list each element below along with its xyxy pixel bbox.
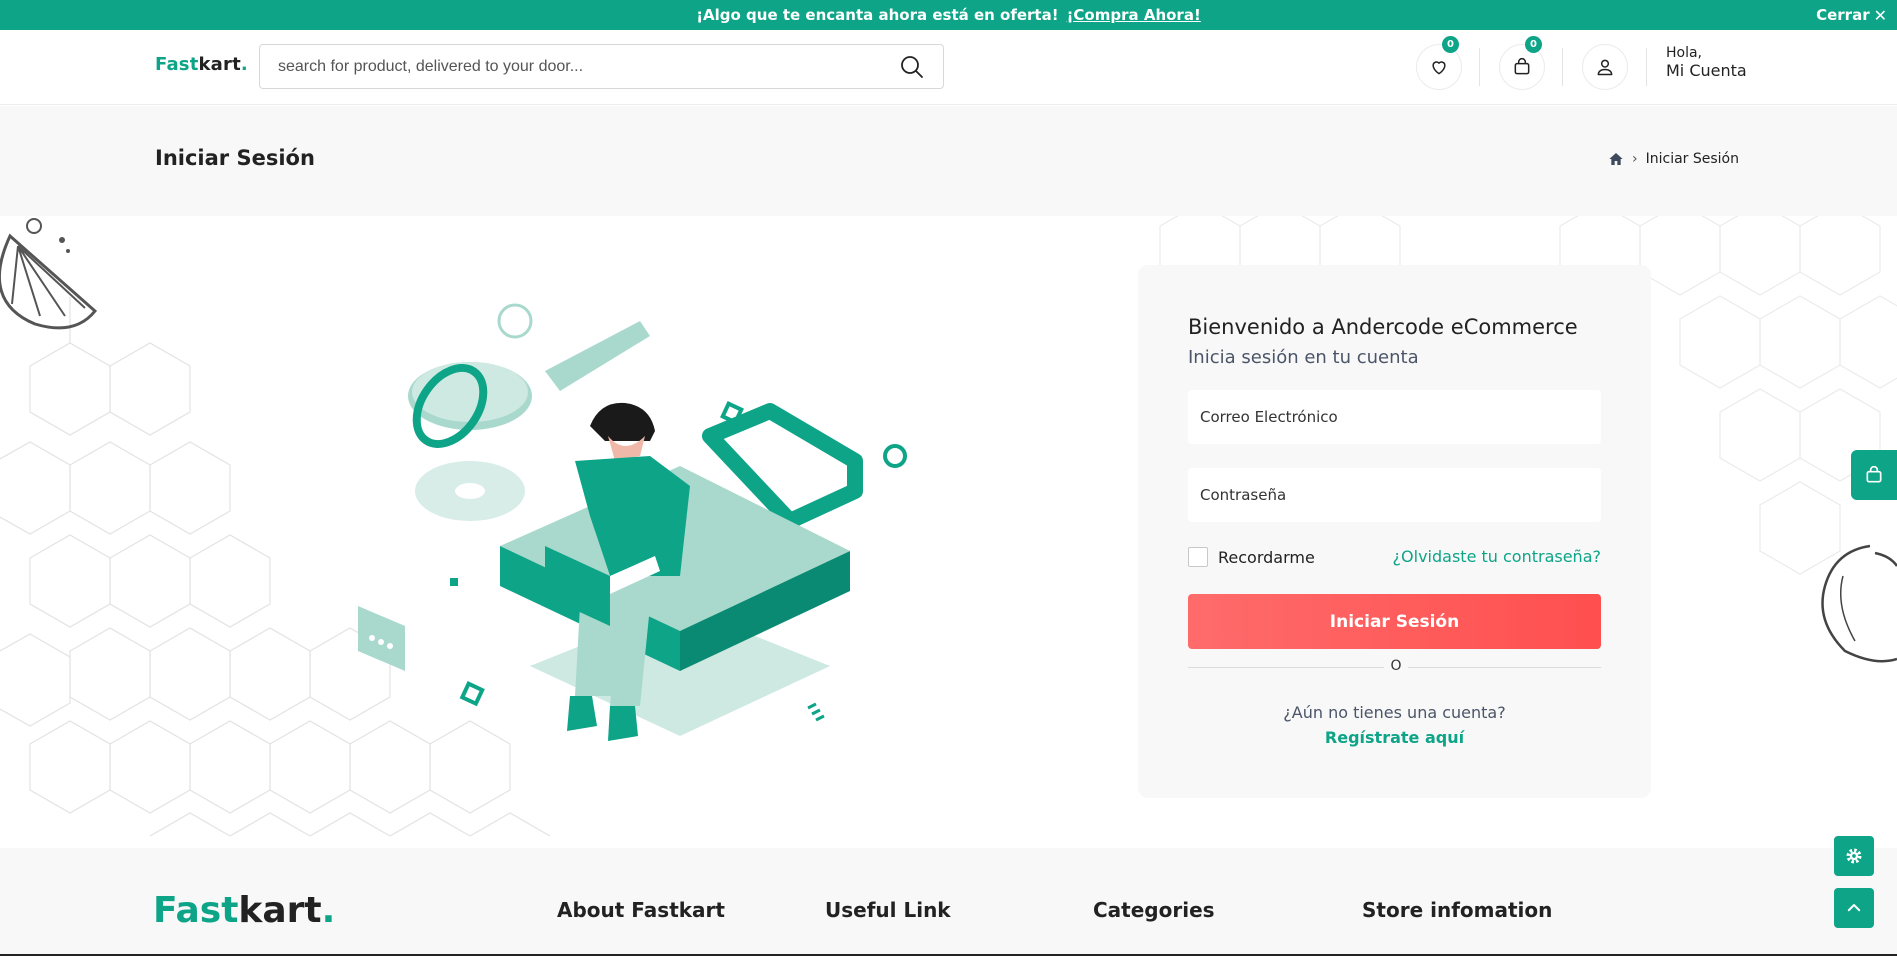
page-title: Iniciar Sesión — [155, 146, 315, 170]
login-subtitle: Inicia sesión en tu cuenta — [1188, 347, 1419, 368]
logo-dot: . — [240, 54, 248, 75]
promo-bar: ¡Algo que te encanta ahora está en ofert… — [0, 0, 1897, 30]
close-icon: ✕ — [1873, 5, 1887, 25]
promo-close-label: Cerrar — [1816, 6, 1870, 24]
header-divider — [1646, 48, 1647, 86]
login-title: Bienvenido a Andercode eCommerce — [1188, 315, 1578, 339]
bag-icon — [1514, 58, 1530, 75]
site-footer: Fastkart. About Fastkart Useful Link Cat… — [0, 848, 1897, 956]
login-illustration — [358, 303, 907, 741]
site-header: Fastkart. 0 0 Hola, Mi Cuenta — [0, 30, 1897, 105]
no-account-text: ¿Aún no tienes una cuenta? — [1283, 703, 1506, 722]
register-link[interactable]: Regístrate aquí — [1138, 728, 1651, 747]
footer-logo[interactable]: Fastkart. — [153, 890, 335, 931]
account-menu[interactable]: Hola, Mi Cuenta — [1666, 44, 1747, 80]
cart-count-badge: 0 — [1525, 36, 1542, 53]
greeting-text: Hola, — [1666, 45, 1703, 61]
or-divider-label: O — [1384, 658, 1408, 674]
chevron-right-icon: › — [1632, 151, 1638, 167]
user-account-button[interactable] — [1582, 44, 1628, 90]
promo-text: ¡Algo que te encanta ahora está en ofert… — [696, 6, 1059, 24]
header-logo[interactable]: Fastkart. — [155, 54, 248, 75]
breadcrumb: › Iniciar Sesión — [1608, 151, 1739, 167]
footer-heading-store-info: Store infomation — [1362, 898, 1553, 922]
search-icon[interactable] — [899, 54, 925, 80]
bag-icon — [1866, 465, 1882, 483]
chevron-up-icon — [1847, 904, 1861, 912]
apple-decoration — [1821, 544, 1897, 663]
logo-text: kart — [198, 54, 241, 75]
checkbox-box[interactable] — [1188, 547, 1208, 567]
user-icon — [1597, 59, 1613, 76]
breadcrumb-current: Iniciar Sesión — [1645, 151, 1739, 167]
scroll-to-top-button[interactable] — [1834, 888, 1874, 928]
gear-icon — [1846, 848, 1862, 864]
footer-heading-about: About Fastkart — [557, 898, 725, 922]
footer-logo-accent-text: Fast — [153, 890, 239, 931]
floating-cart-button[interactable] — [1851, 450, 1897, 500]
settings-button[interactable] — [1834, 836, 1874, 876]
login-submit-button[interactable]: Iniciar Sesión — [1188, 594, 1601, 649]
forgot-password-link[interactable]: ¿Olvidaste tu contraseña? — [1393, 547, 1601, 566]
remember-me-label: Recordarme — [1218, 547, 1315, 567]
breadcrumb-section: Iniciar Sesión › Iniciar Sesión — [0, 106, 1897, 216]
remember-me-checkbox[interactable]: Recordarme — [1188, 547, 1315, 567]
footer-heading-useful-link: Useful Link — [825, 898, 951, 922]
heart-icon — [1432, 61, 1446, 75]
cart-button[interactable]: 0 — [1499, 36, 1545, 90]
login-card: Bienvenido a Andercode eCommerce Inicia … — [1138, 265, 1651, 798]
email-field[interactable] — [1188, 390, 1601, 444]
search-bar — [259, 44, 944, 89]
password-field[interactable] — [1188, 468, 1601, 522]
footer-logo-dot: . — [321, 890, 336, 931]
account-label: Mi Cuenta — [1666, 61, 1747, 80]
promo-shop-now-link[interactable]: ¡Compra Ahora! — [1067, 6, 1201, 24]
search-input[interactable] — [278, 57, 899, 76]
wishlist-count-badge: 0 — [1442, 36, 1459, 53]
promo-close-button[interactable]: Cerrar ✕ — [1816, 0, 1887, 30]
header-divider — [1562, 48, 1563, 86]
logo-accent-text: Fast — [155, 54, 199, 75]
footer-logo-text: kart — [238, 890, 322, 931]
footer-heading-categories: Categories — [1093, 898, 1215, 922]
wishlist-button[interactable]: 0 — [1416, 36, 1462, 90]
header-divider — [1479, 48, 1480, 86]
home-icon[interactable] — [1608, 151, 1624, 167]
lemon-slice-decoration — [0, 218, 98, 330]
